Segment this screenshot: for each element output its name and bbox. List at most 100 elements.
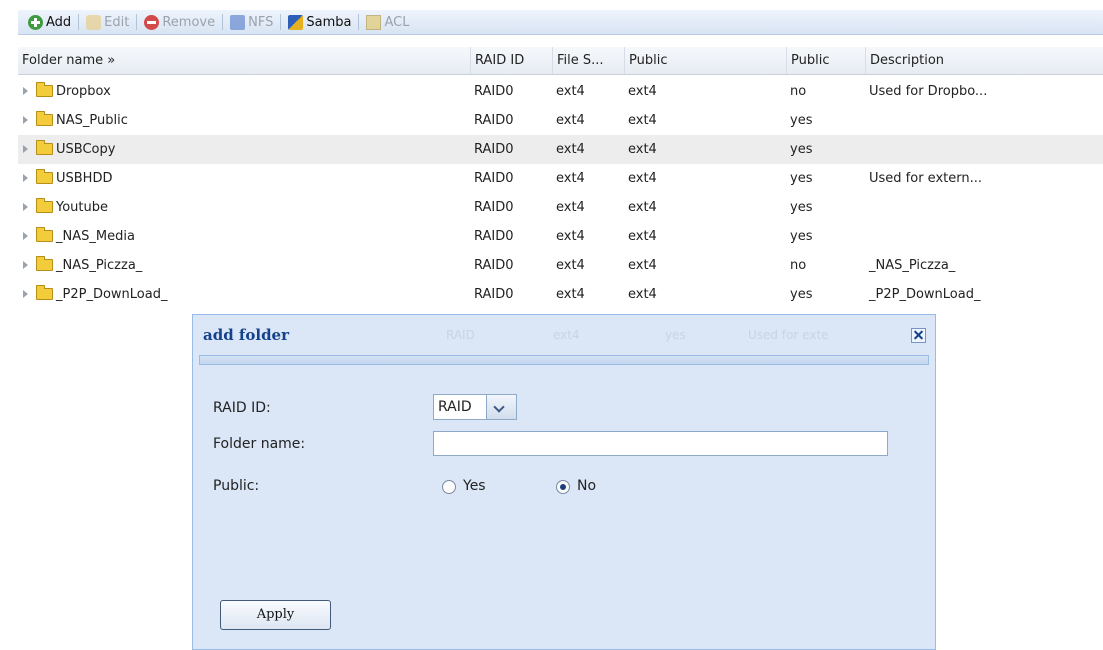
apply-button[interactable]: Apply [220, 600, 331, 630]
dialog-title: add folder [203, 326, 290, 344]
file-system-cell: ext4 [556, 229, 585, 244]
public-yes-radio[interactable] [442, 480, 456, 494]
folder-icon [36, 169, 53, 184]
column-public[interactable]: Public [624, 47, 786, 74]
public-cell: ext4 [628, 200, 657, 215]
public-flag-cell: no [790, 84, 807, 99]
table-row[interactable]: _NAS_Media RAID0 ext4 ext4 yes [18, 222, 1103, 251]
public-cell: ext4 [628, 113, 657, 128]
raid-id-cell: RAID0 [474, 287, 514, 302]
expand-icon[interactable] [23, 290, 28, 298]
folder-name: Dropbox [56, 84, 111, 99]
folder-icon [36, 198, 53, 213]
folder-icon [36, 285, 53, 300]
raid-id-select[interactable]: RAID [433, 394, 517, 420]
folder-name: _NAS_Media [56, 229, 135, 244]
expand-icon[interactable] [23, 87, 28, 95]
raid-id-label: RAID ID: [213, 400, 271, 416]
raid-id-cell: RAID0 [474, 229, 514, 244]
dialog-titlebar[interactable]: add folder RAID ext4 yes Used for exte [193, 315, 935, 355]
file-system-cell: ext4 [556, 84, 585, 99]
table-row[interactable]: NAS_Public RAID0 ext4 ext4 yes [18, 106, 1103, 135]
raid-id-cell: RAID0 [474, 171, 514, 186]
add-button[interactable]: Add [24, 10, 75, 34]
nfs-icon [230, 14, 246, 30]
public-flag-cell: yes [790, 171, 813, 186]
public-cell: ext4 [628, 142, 657, 157]
add-icon [28, 14, 43, 30]
table-row[interactable]: _NAS_Piczza_ RAID0 ext4 ext4 no _NAS_Pic… [18, 251, 1103, 280]
file-system-cell: ext4 [556, 142, 585, 157]
edit-button[interactable]: Edit [82, 10, 133, 34]
folder-icon [36, 82, 53, 97]
public-no-radio[interactable] [556, 480, 570, 494]
public-label: Public: [213, 478, 260, 494]
remove-label: Remove [162, 14, 216, 30]
public-cell: ext4 [628, 258, 657, 273]
acl-button[interactable]: ACL [362, 10, 413, 34]
description-cell: Used for Dropbo... [869, 84, 988, 99]
expand-icon[interactable] [23, 203, 28, 211]
toolbar-separator [136, 14, 138, 30]
file-system-cell: ext4 [556, 171, 585, 186]
folder-icon [36, 227, 53, 242]
edit-icon [86, 14, 102, 30]
samba-label: Samba [306, 14, 352, 30]
description-cell: Used for extern... [869, 171, 982, 186]
nfs-label: NFS [248, 14, 274, 30]
public-flag-cell: yes [790, 229, 813, 244]
expand-icon[interactable] [23, 145, 28, 153]
raid-id-cell: RAID0 [474, 200, 514, 215]
remove-icon [144, 14, 160, 30]
table-row[interactable]: Youtube RAID0 ext4 ext4 yes [18, 193, 1103, 222]
expand-icon[interactable] [23, 232, 28, 240]
expand-icon[interactable] [23, 116, 28, 124]
file-system-cell: ext4 [556, 113, 585, 128]
description-cell [865, 106, 1103, 135]
public-flag-cell: yes [790, 287, 813, 302]
chevron-down-icon[interactable] [486, 395, 516, 419]
toolbar-separator [358, 14, 360, 30]
public-flag-cell: no [790, 258, 807, 273]
add-folder-dialog: add folder RAID ext4 yes Used for exte R… [192, 314, 936, 650]
toolbar-separator [222, 14, 224, 30]
folder-icon [36, 111, 53, 126]
folder-name: Youtube [56, 200, 108, 215]
samba-icon [288, 14, 304, 30]
folder-name: USBHDD [56, 171, 113, 186]
close-icon[interactable] [911, 328, 926, 343]
table-row[interactable]: _P2P_DownLoad_ RAID0 ext4 ext4 yes _P2P_… [18, 280, 1103, 302]
column-description[interactable]: Description [865, 47, 1103, 74]
table-row[interactable]: USBHDD RAID0 ext4 ext4 yes Used for exte… [18, 164, 1103, 193]
expand-icon[interactable] [23, 261, 28, 269]
folder-icon [36, 140, 53, 155]
ghost-text: yes [665, 328, 686, 342]
dialog-header-band [199, 355, 929, 365]
public-no-label: No [577, 478, 597, 494]
grid-header: Folder name » RAID ID File S... Public P… [18, 47, 1103, 75]
file-system-cell: ext4 [556, 258, 585, 273]
folder-name: USBCopy [56, 142, 116, 157]
edit-label: Edit [104, 14, 130, 30]
public-flag-cell: yes [790, 113, 813, 128]
samba-button[interactable]: Samba [284, 10, 355, 34]
file-system-cell: ext4 [556, 200, 585, 215]
expand-icon[interactable] [23, 174, 28, 182]
public-flag-cell: yes [790, 142, 813, 157]
toolbar: Add Edit Remove NFS Samba ACL [18, 10, 1103, 35]
description-cell: _NAS_Piczza_ [869, 258, 956, 273]
column-folder-name[interactable]: Folder name » [18, 47, 470, 74]
folder-name-input[interactable] [433, 431, 888, 456]
column-file-system[interactable]: File S... [552, 47, 624, 74]
folder-name: _NAS_Piczza_ [56, 258, 143, 273]
table-row-selected[interactable]: USBCopy RAID0 ext4 ext4 yes [18, 135, 1103, 164]
remove-button[interactable]: Remove [140, 10, 219, 34]
add-label: Add [46, 14, 72, 30]
table-row[interactable]: Dropbox RAID0 ext4 ext4 no Used for Drop… [18, 77, 1103, 106]
nfs-button[interactable]: NFS [226, 10, 277, 34]
column-raid-id[interactable]: RAID ID [470, 47, 552, 74]
description-cell [865, 222, 1103, 251]
column-public-2[interactable]: Public [786, 47, 865, 74]
raid-id-cell: RAID0 [474, 84, 514, 99]
public-yes-label: Yes [463, 478, 486, 494]
